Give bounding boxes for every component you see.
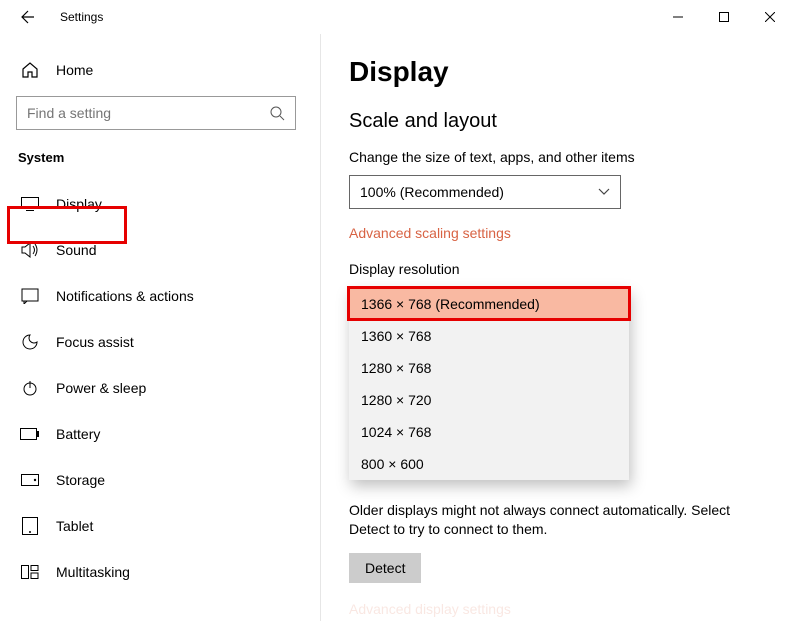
resolution-option[interactable]: 1280 × 768: [349, 352, 629, 384]
resolution-option[interactable]: 800 × 600: [349, 448, 629, 480]
chevron-down-icon: [598, 188, 610, 196]
nav-home[interactable]: Home: [0, 50, 320, 90]
sidebar-item-label: Display: [56, 196, 102, 212]
sidebar-item-focus-assist[interactable]: Focus assist: [0, 319, 320, 365]
resolution-option[interactable]: 1024 × 768: [349, 416, 629, 448]
titlebar: Settings: [0, 0, 793, 34]
resolution-label: Display resolution: [349, 261, 765, 277]
resolution-dropdown[interactable]: 1366 × 768 (Recommended) 1360 × 768 1280…: [349, 288, 629, 480]
sidebar-item-label: Tablet: [56, 518, 93, 534]
sidebar-item-label: Sound: [56, 242, 96, 258]
sidebar-nav-list: Display Sound Notifications & actions Fo…: [0, 181, 320, 595]
display-icon: [18, 197, 42, 211]
minimize-icon: [673, 12, 683, 22]
sidebar-item-power-sleep[interactable]: Power & sleep: [0, 365, 320, 411]
detect-button[interactable]: Detect: [349, 553, 421, 583]
sidebar-item-tablet[interactable]: Tablet: [0, 503, 320, 549]
tablet-icon: [18, 517, 42, 535]
sidebar-item-storage[interactable]: Storage: [0, 457, 320, 503]
minimize-button[interactable]: [655, 2, 701, 32]
search-icon: [269, 105, 285, 121]
maximize-icon: [719, 12, 729, 22]
arrow-left-icon: [20, 9, 36, 25]
scale-combo[interactable]: 100% (Recommended): [349, 175, 621, 209]
notifications-icon: [18, 288, 42, 304]
home-icon: [18, 61, 42, 79]
page-title: Display: [349, 56, 765, 88]
maximize-button[interactable]: [701, 2, 747, 32]
sidebar-item-label: Multitasking: [56, 564, 130, 580]
back-button[interactable]: [18, 9, 38, 25]
sidebar-item-battery[interactable]: Battery: [0, 411, 320, 457]
sidebar: Home System Display Sound Notifications …: [0, 34, 321, 621]
sidebar-item-label: Notifications & actions: [56, 288, 194, 304]
close-button[interactable]: [747, 2, 793, 32]
scale-label: Change the size of text, apps, and other…: [349, 149, 765, 165]
scale-combo-value: 100% (Recommended): [360, 184, 504, 200]
nav-home-label: Home: [56, 62, 93, 78]
close-icon: [765, 12, 775, 22]
sidebar-item-sound[interactable]: Sound: [0, 227, 320, 273]
focus-assist-icon: [18, 333, 42, 351]
window-title: Settings: [60, 10, 103, 24]
multitasking-icon: [18, 565, 42, 579]
resolution-option[interactable]: 1280 × 720: [349, 384, 629, 416]
sidebar-item-display[interactable]: Display: [0, 181, 320, 227]
older-displays-text: Older displays might not always connect …: [349, 501, 765, 539]
resolution-option[interactable]: 1360 × 768: [349, 320, 629, 352]
sidebar-item-label: Storage: [56, 472, 105, 488]
sound-icon: [18, 242, 42, 258]
battery-icon: [18, 428, 42, 440]
sidebar-section-header: System: [0, 144, 320, 181]
sidebar-item-label: Battery: [56, 426, 100, 442]
sidebar-item-multitasking[interactable]: Multitasking: [0, 549, 320, 595]
sidebar-item-label: Power & sleep: [56, 380, 146, 396]
search-field[interactable]: [27, 105, 247, 121]
search-input[interactable]: [16, 96, 296, 130]
sidebar-item-notifications[interactable]: Notifications & actions: [0, 273, 320, 319]
advanced-display-link[interactable]: Advanced display settings: [349, 601, 765, 617]
content-pane: Display Scale and layout Change the size…: [321, 34, 793, 621]
window-controls: [655, 2, 793, 32]
power-icon: [18, 379, 42, 397]
sidebar-item-label: Focus assist: [56, 334, 134, 350]
advanced-scaling-link[interactable]: Advanced scaling settings: [349, 225, 765, 241]
resolution-option[interactable]: 1366 × 768 (Recommended): [349, 288, 629, 320]
section-title: Scale and layout: [349, 110, 765, 133]
storage-icon: [18, 474, 42, 486]
